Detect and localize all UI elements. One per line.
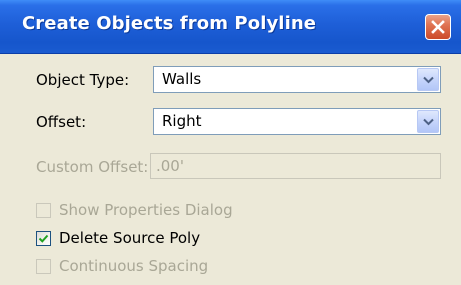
delete-source-poly-label: Delete Source Poly <box>59 229 201 247</box>
object-type-dropdown-button[interactable] <box>417 68 439 91</box>
continuous-spacing-checkbox[interactable] <box>36 259 51 274</box>
object-type-select[interactable]: Walls <box>153 66 441 93</box>
custom-offset-label: Custom Offset: <box>36 158 149 176</box>
object-type-label: Object Type: <box>36 71 130 89</box>
create-objects-dialog: Create Objects from Polyline Object Type… <box>0 0 461 285</box>
show-properties-dialog-checkbox[interactable] <box>36 203 51 218</box>
dialog-title: Create Objects from Polyline <box>22 13 317 34</box>
custom-offset-input[interactable]: .00' <box>150 153 441 179</box>
offset-dropdown-button[interactable] <box>417 110 439 133</box>
title-bar[interactable]: Create Objects from Polyline <box>0 0 461 54</box>
object-type-value: Walls <box>162 70 202 88</box>
offset-label: Offset: <box>36 113 87 131</box>
custom-offset-value: .00' <box>156 157 184 175</box>
delete-source-poly-checkbox[interactable] <box>36 231 51 246</box>
offset-value: Right <box>162 112 202 130</box>
continuous-spacing-label: Continuous Spacing <box>59 257 209 275</box>
close-button[interactable] <box>425 14 451 40</box>
show-properties-dialog-label: Show Properties Dialog <box>59 201 233 219</box>
offset-select[interactable]: Right <box>153 108 441 135</box>
